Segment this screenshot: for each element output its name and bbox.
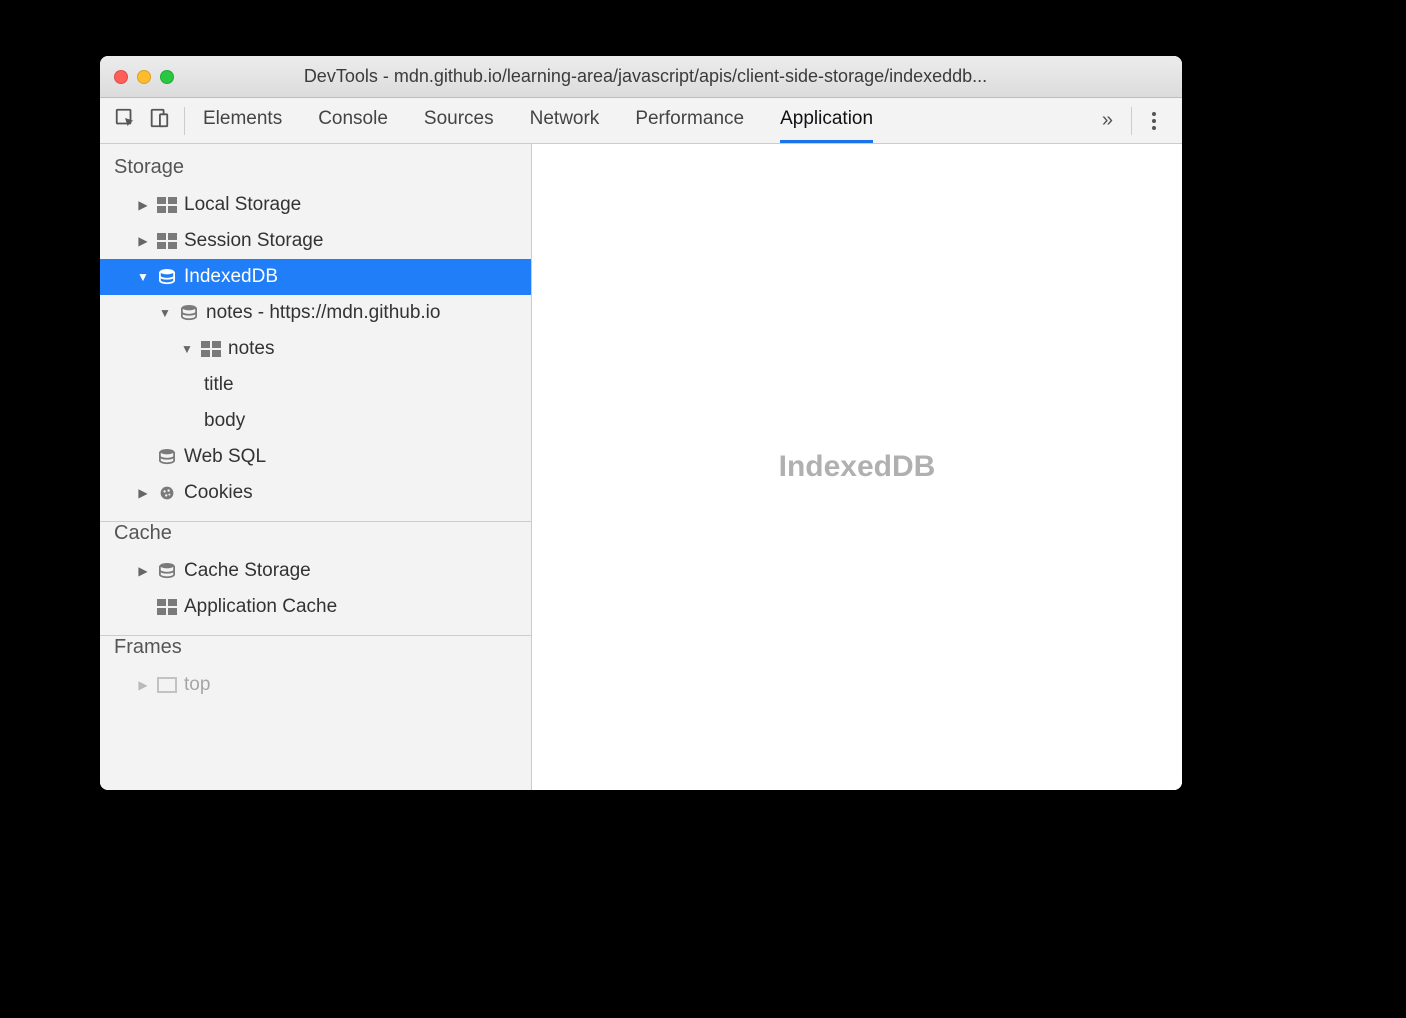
titlebar: DevTools - mdn.github.io/learning-area/j… xyxy=(100,56,1182,98)
sidebar-item-label: notes - https://mdn.github.io xyxy=(206,302,440,324)
table-icon xyxy=(200,341,222,357)
sidebar-item-indexeddb[interactable]: ▼ IndexedDB xyxy=(100,259,531,295)
chevron-down-icon: ▼ xyxy=(180,342,194,356)
application-sidebar: Storage ▶ Local Storage ▶ Session Storag… xyxy=(100,144,532,790)
sidebar-item-index-body[interactable]: body xyxy=(100,403,531,439)
chevron-down-icon: ▼ xyxy=(136,270,150,284)
cookie-icon xyxy=(156,485,178,501)
main-panel: IndexedDB xyxy=(532,144,1182,790)
sidebar-item-label: Application Cache xyxy=(184,596,337,618)
tab-elements[interactable]: Elements xyxy=(203,98,282,143)
device-toolbar-icon[interactable] xyxy=(148,107,170,134)
chevron-right-icon: ▶ xyxy=(136,234,150,248)
tab-application[interactable]: Application xyxy=(780,98,873,143)
window-controls xyxy=(114,70,174,84)
inspector-buttons xyxy=(114,107,185,135)
chevron-right-icon: ▶ xyxy=(136,486,150,500)
element-picker-icon[interactable] xyxy=(114,107,136,134)
frame-icon xyxy=(156,677,178,693)
sidebar-item-indexeddb-db[interactable]: ▼ notes - https://mdn.github.io xyxy=(100,295,531,331)
tab-console[interactable]: Console xyxy=(318,98,388,143)
window-title: DevTools - mdn.github.io/learning-area/j… xyxy=(183,66,1168,87)
panel-tabs: Elements Console Sources Network Perform… xyxy=(185,98,1090,143)
table-icon xyxy=(156,233,178,249)
tab-sources[interactable]: Sources xyxy=(424,98,494,143)
sidebar-item-label: notes xyxy=(228,338,274,360)
chevron-down-icon: ▼ xyxy=(158,306,172,320)
tab-network[interactable]: Network xyxy=(530,98,600,143)
toolbar-menu-button[interactable] xyxy=(1131,107,1168,135)
sidebar-item-label: Session Storage xyxy=(184,230,323,252)
database-icon xyxy=(178,305,200,321)
chevron-right-icon: ▶ xyxy=(136,564,150,578)
tabs-overflow-button[interactable]: » xyxy=(1090,109,1125,132)
devtools-window: DevTools - mdn.github.io/learning-area/j… xyxy=(100,56,1182,790)
frames-group-header: Frames xyxy=(100,635,531,667)
close-window-button[interactable] xyxy=(114,70,128,84)
table-icon xyxy=(156,599,178,615)
sidebar-item-label: IndexedDB xyxy=(184,266,278,288)
sidebar-item-session-storage[interactable]: ▶ Session Storage xyxy=(100,223,531,259)
sidebar-item-label: body xyxy=(204,410,245,432)
sidebar-item-web-sql[interactable]: Web SQL xyxy=(100,439,531,475)
devtools-toolbar: Elements Console Sources Network Perform… xyxy=(100,98,1182,144)
sidebar-item-cache-storage[interactable]: ▶ Cache Storage xyxy=(100,553,531,589)
sidebar-item-application-cache[interactable]: Application Cache xyxy=(100,589,531,625)
sidebar-item-frame-top[interactable]: ▶ top xyxy=(100,667,531,703)
panel-body: Storage ▶ Local Storage ▶ Session Storag… xyxy=(100,144,1182,790)
storage-group-header: Storage xyxy=(100,144,531,187)
sidebar-item-label: Cache Storage xyxy=(184,560,311,582)
sidebar-item-index-title[interactable]: title xyxy=(100,367,531,403)
main-placeholder: IndexedDB xyxy=(779,450,936,484)
database-icon xyxy=(156,563,178,579)
database-icon xyxy=(156,449,178,465)
minimize-window-button[interactable] xyxy=(137,70,151,84)
sidebar-item-label: top xyxy=(184,674,210,696)
zoom-window-button[interactable] xyxy=(160,70,174,84)
cache-group-header: Cache xyxy=(100,521,531,553)
sidebar-item-local-storage[interactable]: ▶ Local Storage xyxy=(100,187,531,223)
chevron-right-icon: ▶ xyxy=(136,198,150,212)
sidebar-item-label: Local Storage xyxy=(184,194,301,216)
table-icon xyxy=(156,197,178,213)
sidebar-item-cookies[interactable]: ▶ Cookies xyxy=(100,475,531,511)
sidebar-item-indexeddb-store[interactable]: ▼ notes xyxy=(100,331,531,367)
database-icon xyxy=(156,269,178,285)
sidebar-item-label: Web SQL xyxy=(184,446,266,468)
sidebar-item-label: title xyxy=(204,374,234,396)
sidebar-item-label: Cookies xyxy=(184,482,253,504)
chevron-right-icon: ▶ xyxy=(136,678,150,692)
tab-performance[interactable]: Performance xyxy=(635,98,744,143)
